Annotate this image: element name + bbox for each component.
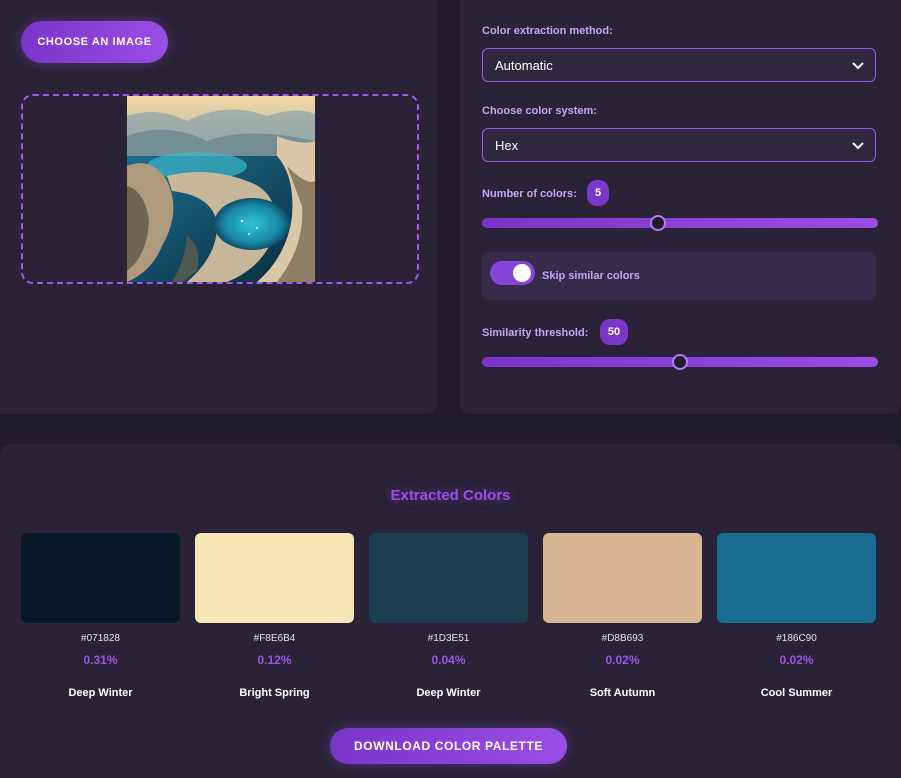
color-percent: 0.31% (83, 653, 118, 667)
system-label: Choose color system: (482, 105, 597, 117)
landscape-image (127, 96, 315, 282)
color-percent: 0.02% (605, 653, 640, 667)
color-percent: 0.12% (257, 653, 292, 667)
color-percent: 0.02% (779, 653, 814, 667)
count-badge: 5 (587, 180, 609, 206)
skip-similar-toggle[interactable] (490, 261, 535, 285)
threshold-badge: 50 (600, 319, 628, 345)
image-preview (127, 96, 315, 282)
system-value: Hex (495, 138, 519, 153)
color-season: Deep Winter (68, 687, 133, 699)
choose-image-button[interactable]: CHOOSE AN IMAGE (21, 21, 168, 63)
color-percent: 0.04% (431, 653, 466, 667)
chevron-down-icon (852, 142, 864, 150)
method-value: Automatic (495, 58, 553, 73)
color-season: Bright Spring (239, 687, 310, 699)
color-hex: #1D3E51 (427, 633, 470, 644)
color-season: Soft Autumn (589, 687, 656, 699)
color-swatch[interactable] (369, 533, 528, 623)
color-hex: #D8B693 (601, 633, 644, 644)
download-palette-button[interactable]: DOWNLOAD COLOR PALETTE (330, 728, 567, 764)
color-hex: #071828 (81, 633, 120, 644)
method-select[interactable]: Automatic (482, 48, 876, 82)
count-label: Number of colors: (482, 188, 577, 200)
color-card: #071828 0.31% Deep Winter (21, 533, 180, 699)
chevron-down-icon (852, 62, 864, 70)
color-card: #186C90 0.02% Cool Summer (717, 533, 876, 699)
color-swatch[interactable] (717, 533, 876, 623)
extracted-colors-title: Extracted Colors (390, 487, 511, 504)
color-card: #1D3E51 0.04% Deep Winter (369, 533, 528, 699)
color-card: #D8B693 0.02% Soft Autumn (543, 533, 702, 699)
skip-similar-label: Skip similar colors (542, 270, 640, 282)
threshold-slider[interactable] (482, 354, 878, 370)
skip-similar-option: Skip similar colors (482, 252, 876, 300)
color-season: Deep Winter (416, 687, 481, 699)
toggle-knob (513, 264, 531, 282)
image-dropzone[interactable] (21, 94, 419, 284)
count-slider[interactable] (482, 215, 878, 231)
color-swatch[interactable] (21, 533, 180, 623)
count-slider-thumb[interactable] (650, 215, 666, 231)
color-swatch[interactable] (195, 533, 354, 623)
method-label: Color extraction method: (482, 25, 613, 37)
color-hex: #F8E6B4 (253, 633, 296, 644)
color-hex: #186C90 (776, 633, 817, 644)
color-swatch[interactable] (543, 533, 702, 623)
color-card: #F8E6B4 0.12% Bright Spring (195, 533, 354, 699)
color-season: Cool Summer (760, 687, 833, 699)
threshold-slider-thumb[interactable] (672, 354, 688, 370)
system-select[interactable]: Hex (482, 128, 876, 162)
threshold-label: Similarity threshold: (482, 327, 589, 339)
